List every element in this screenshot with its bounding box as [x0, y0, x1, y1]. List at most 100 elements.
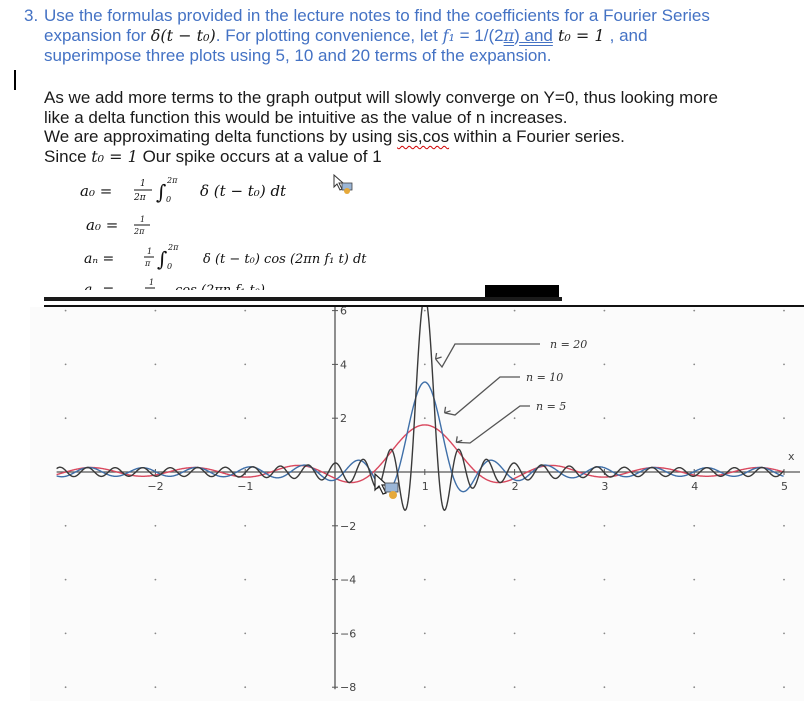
grid-dot — [783, 632, 785, 635]
remote-cursor-icon — [374, 473, 399, 499]
frac-num: 1 — [140, 215, 145, 224]
arrow-head — [455, 436, 463, 444]
answer-text: We are approximating delta functions by … — [44, 127, 398, 146]
fourier-plot: −2 −1 1 2 3 4 5 6 4 2 −2 −4 −6 −8 x n = 20 n = 10 n = 5 — [30, 307, 804, 701]
eq-lhs: a₀ = — [80, 182, 112, 200]
equation-a0-result: a₀ = 1 2π — [86, 215, 150, 236]
grid-dot — [693, 632, 696, 635]
grid-dot — [423, 686, 426, 689]
question-text: = 1/(2 — [454, 26, 504, 45]
question-text: and — [519, 26, 553, 45]
frac-den: 2π — [133, 193, 147, 203]
frac-den: π — [144, 259, 151, 268]
grid-dot — [603, 309, 606, 312]
grid-dot — [513, 309, 516, 312]
question-text: expansion for — [44, 26, 151, 45]
question-line-2: expansion for δ(t − t₀). For plotting co… — [44, 26, 794, 46]
grid-dot — [603, 363, 606, 366]
grid-dot — [244, 417, 247, 420]
grid-dot — [154, 309, 157, 312]
grid-dot — [154, 417, 157, 420]
series-line-n=5 — [56, 424, 784, 484]
grid-dot — [693, 578, 696, 581]
grid-dot — [423, 524, 426, 527]
y-tick-label: −4 — [340, 574, 356, 587]
grid-dot — [783, 686, 785, 689]
grid-dot — [154, 363, 157, 366]
y-tick-label: 4 — [340, 358, 347, 371]
answer-line-3: We are approximating delta functions by … — [44, 127, 794, 147]
eq-lhs: a₀ = — [86, 216, 118, 234]
y-tick-label: 2 — [340, 412, 347, 425]
remote-cursor-icon — [333, 174, 353, 194]
annotation-arrow — [435, 343, 540, 369]
grid-dot — [423, 632, 426, 635]
grid-dot — [64, 417, 67, 420]
question-block: 3. Use the formulas provided in the lect… — [24, 6, 794, 66]
t0-expression: t₀ = 1 — [552, 26, 610, 45]
grid-dot — [693, 686, 696, 689]
annotations: n = 20 n = 10 n = 5 — [434, 338, 587, 444]
delta-expression: δ(t − t₀) — [150, 26, 216, 45]
spelling-error[interactable]: sis,cos — [397, 127, 449, 146]
answer-block[interactable]: As we add more terms to the graph output… — [44, 88, 794, 166]
y-tick-label: −2 — [340, 520, 356, 533]
grid-dot — [513, 524, 516, 527]
grid-dot — [244, 309, 247, 312]
grid-dot — [783, 309, 785, 312]
upper-limit: 2π — [166, 176, 178, 185]
grid-dot — [693, 524, 696, 527]
grid-dot — [783, 417, 785, 420]
equation-an-result: aₙ = 1 cos (2πn f₁ t₀) — [84, 278, 265, 290]
integral-sign: ∫ — [157, 247, 167, 271]
t0-expression: t₀ = 1 — [91, 146, 138, 166]
x-tick-label: −2 — [147, 480, 163, 493]
grid-dot — [154, 632, 157, 635]
axes: −2 −1 1 2 3 4 5 6 4 2 −2 −4 −6 −8 x — [56, 307, 800, 694]
grid-dot — [603, 524, 606, 527]
pi-symbol: π — [503, 26, 515, 45]
screenshot-toolbar-edge — [44, 297, 562, 301]
frac-num: 1 — [140, 179, 146, 189]
question-line-3: superimpose three plots using 5, 10 and … — [44, 46, 552, 65]
grid-dot — [513, 417, 516, 420]
integrand: δ (t − t₀) cos (2πn f₁ t) dt — [203, 252, 367, 267]
grid-dot — [423, 363, 426, 366]
grid-dot — [64, 686, 67, 689]
grid-dot — [603, 417, 606, 420]
grid-dot — [64, 632, 67, 635]
grid-dot — [693, 417, 696, 420]
question-line-1: Use the formulas provided in the lecture… — [44, 6, 710, 25]
equation-a0-integral: a₀ = 1 2π ∫ 2π 0 δ (t − t₀) dt — [80, 176, 287, 204]
grid-dot — [603, 578, 606, 581]
x-tick-label: −1 — [237, 480, 253, 493]
grid-dot — [244, 686, 247, 689]
annotation-arrow — [444, 376, 520, 416]
handwritten-equations: a₀ = 1 2π ∫ 2π 0 δ (t − t₀) dt a₀ = 1 2π… — [60, 172, 540, 290]
grid-dot — [513, 686, 516, 689]
equation-an-integral: aₙ = 1 π ∫ 2π 0 δ (t − t₀) cos (2πn f₁ t… — [84, 243, 367, 271]
integrand: δ (t − t₀) dt — [200, 182, 287, 200]
frac-num: 1 — [149, 278, 154, 287]
grid-dot — [154, 686, 157, 689]
grid-dot — [783, 363, 785, 366]
grid-dot — [64, 309, 67, 312]
answer-line-2: like a delta function this would be intu… — [44, 107, 568, 127]
chart-svg: −2 −1 1 2 3 4 5 6 4 2 −2 −4 −6 −8 x n = 20 n = 10 n = 5 — [56, 307, 800, 694]
grid-dot — [154, 524, 157, 527]
text-cursor — [14, 70, 16, 90]
y-tick-label: −8 — [340, 681, 356, 694]
lower-limit: 0 — [167, 262, 172, 271]
arrow-head — [434, 352, 442, 360]
grid-dot — [423, 417, 426, 420]
arrow-head — [443, 406, 451, 414]
x-tick-label: 1 — [422, 480, 429, 493]
grid-dot — [603, 632, 606, 635]
grid-dot — [423, 578, 426, 581]
annotation-label: n = 20 — [550, 338, 587, 351]
grid-dot — [513, 363, 516, 366]
grid-dot — [244, 632, 247, 635]
grid-dot — [693, 309, 696, 312]
annotation-arrow — [456, 405, 530, 444]
frac-den: 2π — [133, 227, 145, 236]
